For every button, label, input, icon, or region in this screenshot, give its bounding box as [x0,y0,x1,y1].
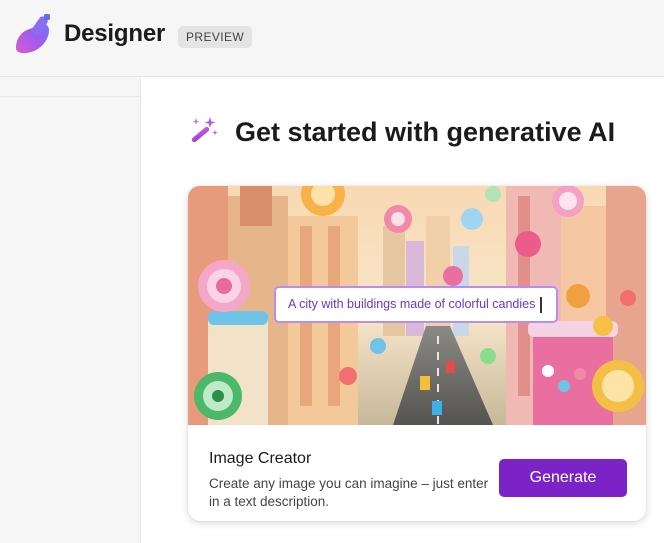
main-content: Get started with generative AI A city wi… [141,77,664,543]
magic-wand-sparkle-icon [191,117,218,143]
preview-badge: PREVIEW [178,26,253,48]
app-name[interactable]: Designer [64,20,165,48]
prompt-text: A city with buildings made of colorful c… [288,297,536,311]
left-sidebar [0,77,141,543]
image-creator-card[interactable]: A city with buildings made of colorful c… [188,186,646,521]
generate-button[interactable]: Generate [499,459,627,497]
app-header: Designer PREVIEW [0,0,664,77]
designer-logo-icon[interactable] [10,14,56,58]
text-caret [540,296,542,313]
page-heading: Get started with generative AI [235,117,616,147]
card-description: Create any image you can imagine – just … [209,476,489,509]
sidebar-divider [0,96,140,97]
prompt-input-preview: A city with buildings made of colorful c… [274,286,558,323]
card-title: Image Creator [209,450,312,467]
